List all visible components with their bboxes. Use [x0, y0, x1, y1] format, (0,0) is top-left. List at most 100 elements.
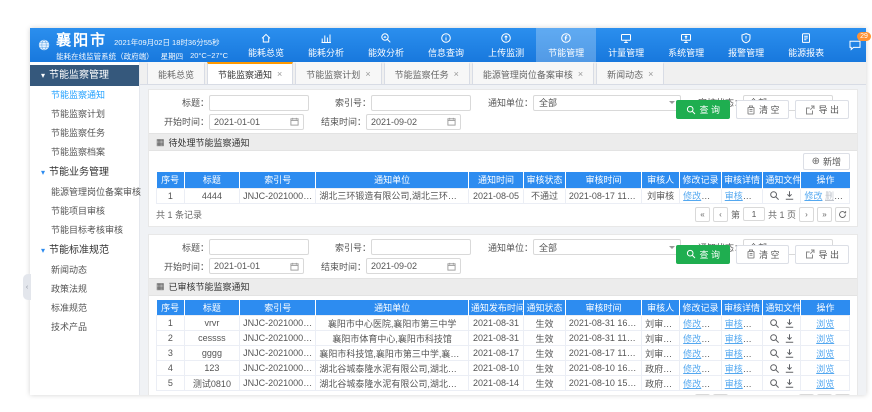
modify-log-link[interactable]: 修改记录 [683, 319, 719, 329]
sidebar-group-standards[interactable]: 节能标准规范 [30, 240, 139, 261]
nav-item-upload-monitor[interactable]: 上传监测 [476, 28, 536, 62]
modify-log-link[interactable]: 修改记录 [683, 334, 719, 344]
title-input[interactable] [209, 95, 309, 111]
nav-item-alarm-mgmt[interactable]: 报警管理 [716, 28, 776, 62]
first-page-button[interactable] [695, 207, 710, 222]
download-icon[interactable] [784, 348, 795, 359]
nav-item-metering-mgmt[interactable]: 计量管理 [596, 28, 656, 62]
preview-icon[interactable] [769, 378, 780, 389]
sidebar-item-supervision-archive[interactable]: 节能监察档案 [30, 143, 139, 162]
next-page-button[interactable] [799, 207, 814, 222]
view-link[interactable]: 浏览 [816, 349, 834, 359]
messages-button[interactable]: 29 [848, 38, 862, 52]
nav-item-energy-analysis[interactable]: 能耗分析 [296, 28, 356, 62]
title-input[interactable] [209, 239, 309, 255]
first-page-button[interactable] [695, 394, 710, 395]
sidebar-item-supervision-notice[interactable]: 节能监察通知 [30, 86, 139, 105]
download-icon[interactable] [784, 363, 795, 374]
close-icon[interactable] [648, 70, 653, 79]
last-page-button[interactable] [817, 207, 832, 222]
modify-log-link[interactable]: 修改记录 [683, 364, 719, 374]
close-icon[interactable] [454, 70, 459, 79]
preview-icon[interactable] [769, 333, 780, 344]
tab-supervision-plan[interactable]: 节能监察计划 [295, 62, 381, 84]
preview-icon[interactable] [769, 363, 780, 374]
sidebar-item-policies[interactable]: 政策法规 [30, 280, 139, 299]
modify-log-link[interactable]: 修改记录 [683, 191, 719, 201]
prev-page-button[interactable] [713, 207, 728, 222]
download-icon[interactable] [784, 333, 795, 344]
nav-item-energy-report[interactable]: 能源报表 [776, 28, 836, 62]
download-icon[interactable] [784, 318, 795, 329]
download-icon[interactable] [784, 190, 795, 201]
export-button[interactable]: 导 出 [795, 245, 849, 264]
page-input[interactable] [743, 207, 765, 221]
prev-page-button[interactable] [713, 394, 728, 395]
notify-unit-select[interactable]: 全部 [533, 95, 681, 111]
refresh-button[interactable] [835, 394, 850, 395]
sidebar-item-standards[interactable]: 标准规范 [30, 299, 139, 318]
sidebar-item-news[interactable]: 新闻动态 [30, 261, 139, 280]
add-button[interactable]: 新增 [803, 153, 850, 170]
tab-supervision-task[interactable]: 节能监察任务 [384, 62, 470, 84]
clear-button[interactable]: 清 空 [736, 245, 790, 264]
view-link[interactable]: 浏览 [816, 319, 834, 329]
end-date-picker[interactable]: 2021-09-02 [366, 258, 461, 274]
tab-supervision-notice[interactable]: 节能监察通知 [207, 62, 293, 84]
delete-link[interactable]: 删除 [825, 191, 843, 201]
audit-detail-link[interactable]: 审核详情 [725, 364, 761, 374]
start-date-picker[interactable]: 2021-01-01 [209, 258, 304, 274]
cell-seq: 2 [157, 331, 185, 346]
nav-item-info-query[interactable]: 信息查询 [416, 28, 476, 62]
sidebar-item-supervision-task[interactable]: 节能监察任务 [30, 124, 139, 143]
sidebar-item-post-record-review[interactable]: 能源管理岗位备案审核 [30, 183, 139, 202]
notify-unit-select[interactable]: 全部 [533, 239, 681, 255]
view-link[interactable]: 浏览 [846, 191, 850, 201]
audit-detail-link[interactable]: 审核详情 [725, 334, 761, 344]
view-link[interactable]: 浏览 [816, 334, 834, 344]
nav-item-efficiency-analysis[interactable]: 能效分析 [356, 28, 416, 62]
preview-icon[interactable] [769, 190, 780, 201]
next-page-button[interactable] [799, 394, 814, 395]
close-icon[interactable] [277, 70, 282, 79]
sidebar-item-project-review[interactable]: 节能项目审核 [30, 202, 139, 221]
audit-detail-link[interactable]: 审核详情 [725, 349, 761, 359]
audit-detail-link[interactable]: 审核详情 [725, 191, 761, 201]
index-input[interactable] [371, 239, 471, 255]
sidebar-item-tech-products[interactable]: 技术产品 [30, 318, 139, 337]
end-date-picker[interactable]: 2021-09-02 [366, 114, 461, 130]
tab-news[interactable]: 新闻动态 [596, 62, 664, 84]
last-page-button[interactable] [817, 394, 832, 395]
page-input[interactable] [743, 395, 765, 396]
close-icon[interactable] [365, 70, 370, 79]
sidebar-item-supervision-plan[interactable]: 节能监察计划 [30, 105, 139, 124]
top-header: 襄阳市 2021年09月02日 18时36分55秒 能耗在线监管系统（政府端） … [30, 28, 866, 62]
view-link[interactable]: 浏览 [816, 364, 834, 374]
edit-link[interactable]: 修改 [804, 191, 822, 201]
sidebar-item-target-assess-review[interactable]: 节能目标考核审核 [30, 221, 139, 240]
search-button[interactable]: 查 询 [676, 245, 730, 264]
export-button[interactable]: 导 出 [795, 100, 849, 119]
modify-log-link[interactable]: 修改记录 [683, 379, 719, 389]
search-button[interactable]: 查 询 [676, 100, 730, 119]
tab-energy-overview[interactable]: 能耗总览 [147, 62, 205, 84]
preview-icon[interactable] [769, 318, 780, 329]
close-icon[interactable] [578, 70, 583, 79]
sidebar-collapse-handle[interactable] [23, 274, 31, 300]
sidebar-group-business-mgmt[interactable]: 节能业务管理 [30, 162, 139, 183]
index-input[interactable] [371, 95, 471, 111]
nav-item-energy-overview[interactable]: 能耗总览 [236, 28, 296, 62]
nav-item-system-mgmt[interactable]: 系统管理 [656, 28, 716, 62]
modify-log-link[interactable]: 修改记录 [683, 349, 719, 359]
tab-post-record-review[interactable]: 能源管理岗位备案审核 [472, 62, 594, 84]
start-date-picker[interactable]: 2021-01-01 [209, 114, 304, 130]
nav-item-energy-saving-mgmt[interactable]: 节能管理 [536, 28, 596, 62]
audit-detail-link[interactable]: 审核详情 [725, 319, 761, 329]
preview-icon[interactable] [769, 348, 780, 359]
sidebar-group-supervision-mgmt[interactable]: 节能监察管理 [30, 65, 139, 86]
download-icon[interactable] [784, 378, 795, 389]
clear-button[interactable]: 清 空 [736, 100, 790, 119]
view-link[interactable]: 浏览 [816, 379, 834, 389]
refresh-button[interactable] [835, 207, 850, 222]
audit-detail-link[interactable]: 审核详情 [725, 379, 761, 389]
